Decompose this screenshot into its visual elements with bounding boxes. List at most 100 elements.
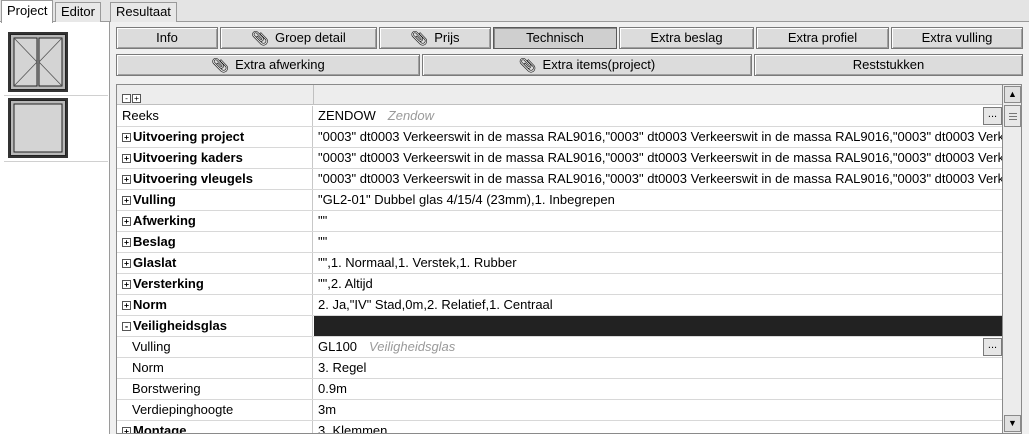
property-value-text: "",2. Altijd xyxy=(318,276,373,291)
property-value[interactable]: "" xyxy=(314,211,1002,231)
prijs-button[interactable]: 📎︎ Prijs xyxy=(379,27,491,49)
grid-row[interactable]: + Afwerking "" xyxy=(117,211,1002,232)
extra-vulling-button[interactable]: Extra vulling xyxy=(891,27,1023,49)
paperclip-icon: 📎︎ xyxy=(410,30,429,46)
grid-row[interactable]: + Beslag "" xyxy=(117,232,1002,253)
ellipsis-button[interactable]: ... xyxy=(983,338,1002,356)
property-name: Vulling xyxy=(117,337,313,357)
property-name: + Uitvoering kaders xyxy=(117,148,313,168)
property-value[interactable]: "0003" dt0003 Verkeerswit in de massa RA… xyxy=(314,169,1002,189)
grid-row[interactable]: + Uitvoering vleugels "0003" dt0003 Verkee… xyxy=(117,169,1002,190)
property-value[interactable]: 0.9m xyxy=(314,379,1002,399)
tab-editor[interactable]: Editor xyxy=(55,2,101,22)
reststukken-button[interactable]: Reststukken xyxy=(754,54,1023,76)
property-name: Verdiepinghoogte xyxy=(117,400,313,420)
property-value-text: 2. Ja,"IV" Stad,0m,2. Relatief,1. Centra… xyxy=(318,297,553,312)
grid-row[interactable]: + Glaslat "",1. Normaal,1. Verstek,1. Rubb… xyxy=(117,253,1002,274)
thumbnail-panel xyxy=(0,22,110,434)
expand-icon[interactable]: + xyxy=(122,280,131,289)
grid-row[interactable]: + Vulling "GL2-01" Dubbel glas 4/15/4 (23m… xyxy=(117,190,1002,211)
property-name-label: Glaslat xyxy=(133,255,177,270)
property-name-label: Verdiepinghoogte xyxy=(132,402,234,417)
property-name-label: Vulling xyxy=(133,192,176,207)
grid-row[interactable]: + Uitvoering kaders "0003" dt0003 Verkeers… xyxy=(117,148,1002,169)
scroll-down-arrow-icon[interactable]: ▼ xyxy=(1004,415,1021,432)
property-name: Norm xyxy=(117,358,313,378)
top-tab-bar: Project Editor Resultaat xyxy=(0,0,1029,23)
collapse-icon[interactable]: - xyxy=(122,322,131,331)
info-button[interactable]: Info xyxy=(116,27,218,49)
groep-detail-button[interactable]: 📎︎ Groep detail xyxy=(220,27,377,49)
ellipsis-button[interactable]: ... xyxy=(983,107,1002,125)
property-value[interactable]: ZENDOW Zendow... xyxy=(314,106,1002,126)
grid-row[interactable]: - Veiligheidsglas xyxy=(117,316,1002,337)
property-value[interactable]: 3. Klemmen xyxy=(314,421,1002,434)
expand-icon[interactable]: + xyxy=(122,238,131,247)
property-value[interactable]: "0003" dt0003 Verkeerswit in de massa RA… xyxy=(314,148,1002,168)
grid-row[interactable]: + Montage 3. Klemmen xyxy=(117,421,1002,434)
grid-row[interactable]: Verdiepinghoogte 3m xyxy=(117,400,1002,421)
tab-project[interactable]: Project xyxy=(1,0,54,23)
property-name: + Montage xyxy=(117,421,313,433)
property-name-label: Veiligheidsglas xyxy=(133,318,227,333)
property-value[interactable]: GL100 Veiligheidsglas... xyxy=(314,337,1002,357)
grid-row[interactable]: Borstwering 0.9m xyxy=(117,379,1002,400)
fixed-window-thumbnail xyxy=(8,98,68,158)
property-value[interactable]: 2. Ja,"IV" Stad,0m,2. Relatief,1. Centra… xyxy=(314,295,1002,315)
property-name: + Norm xyxy=(117,295,313,315)
property-value[interactable]: "",2. Altijd xyxy=(314,274,1002,294)
property-name: + Afwerking xyxy=(117,211,313,231)
property-value-text: "0003" dt0003 Verkeerswit in de massa RA… xyxy=(318,150,1002,165)
scroll-up-arrow-icon[interactable]: ▲ xyxy=(1004,86,1021,103)
property-grid: - + Reeks ZENDOW Zendow... + Uitvoering proje… xyxy=(116,84,1003,434)
property-name-label: Afwerking xyxy=(133,213,196,228)
scroll-thumb[interactable] xyxy=(1004,105,1021,127)
property-value-text: GL100 xyxy=(318,339,358,354)
property-value-text: "0003" dt0003 Verkeerswit in de massa RA… xyxy=(318,171,1002,186)
property-name: + Glaslat xyxy=(117,253,313,273)
property-value-text: 3. Klemmen xyxy=(318,423,388,434)
expand-icon[interactable]: + xyxy=(122,175,131,184)
grid-row[interactable]: + Uitvoering project "0003" dt0003 Verkeer… xyxy=(117,127,1002,148)
property-value[interactable]: 3m xyxy=(314,400,1002,420)
property-value-hint: Veiligheidsglas xyxy=(369,339,456,354)
extra-afwerking-button[interactable]: 📎︎ Extra afwerking xyxy=(116,54,420,76)
extra-beslag-button[interactable]: Extra beslag xyxy=(619,27,754,49)
thumbnail-item[interactable] xyxy=(4,96,108,162)
expand-icon[interactable]: + xyxy=(122,427,131,433)
property-value[interactable]: "0003" dt0003 Verkeerswit in de massa RA… xyxy=(314,127,1002,147)
expand-icon[interactable]: + xyxy=(122,133,131,142)
column-splitter[interactable] xyxy=(313,85,314,105)
expand-icon[interactable]: + xyxy=(122,196,131,205)
expand-icon[interactable]: + xyxy=(122,301,131,310)
property-value[interactable]: "" xyxy=(314,232,1002,252)
property-value[interactable] xyxy=(314,316,1002,336)
property-name-label: Norm xyxy=(133,297,167,312)
property-value[interactable]: 3. Regel xyxy=(314,358,1002,378)
vertical-scrollbar[interactable]: ▲ ▼ xyxy=(1003,84,1022,434)
grid-row[interactable]: + Versterking "",2. Altijd xyxy=(117,274,1002,295)
expand-icon[interactable]: + xyxy=(122,154,131,163)
property-name: + Uitvoering project xyxy=(117,127,313,147)
paperclip-icon: 📎︎ xyxy=(518,57,537,73)
tab-resultaat[interactable]: Resultaat xyxy=(110,2,177,22)
expand-all-icon[interactable]: + xyxy=(132,94,141,103)
grid-row[interactable]: Vulling GL100 Veiligheidsglas... xyxy=(117,337,1002,358)
grid-row[interactable]: + Norm 2. Ja,"IV" Stad,0m,2. Relatief,1. C… xyxy=(117,295,1002,316)
collapse-all-icon[interactable]: - xyxy=(122,94,131,103)
property-name: Reeks xyxy=(117,106,313,126)
extra-items-project-button[interactable]: 📎︎ Extra items(project) xyxy=(422,54,752,76)
expand-icon[interactable]: + xyxy=(122,217,131,226)
thumbnail-item[interactable] xyxy=(4,28,108,96)
property-value-text: "GL2-01" Dubbel glas 4/15/4 (23mm),1. In… xyxy=(318,192,615,207)
grid-row[interactable]: Norm 3. Regel xyxy=(117,358,1002,379)
extra-profiel-button[interactable]: Extra profiel xyxy=(756,27,889,49)
technisch-button[interactable]: Technisch xyxy=(493,27,617,49)
property-name-label: Borstwering xyxy=(132,381,201,396)
expand-icon[interactable]: + xyxy=(122,259,131,268)
property-value[interactable]: "GL2-01" Dubbel glas 4/15/4 (23mm),1. In… xyxy=(314,190,1002,210)
property-name: + Versterking xyxy=(117,274,313,294)
grid-row[interactable]: Reeks ZENDOW Zendow... xyxy=(117,106,1002,127)
property-value[interactable]: "",1. Normaal,1. Verstek,1. Rubber xyxy=(314,253,1002,273)
property-name: Borstwering xyxy=(117,379,313,399)
